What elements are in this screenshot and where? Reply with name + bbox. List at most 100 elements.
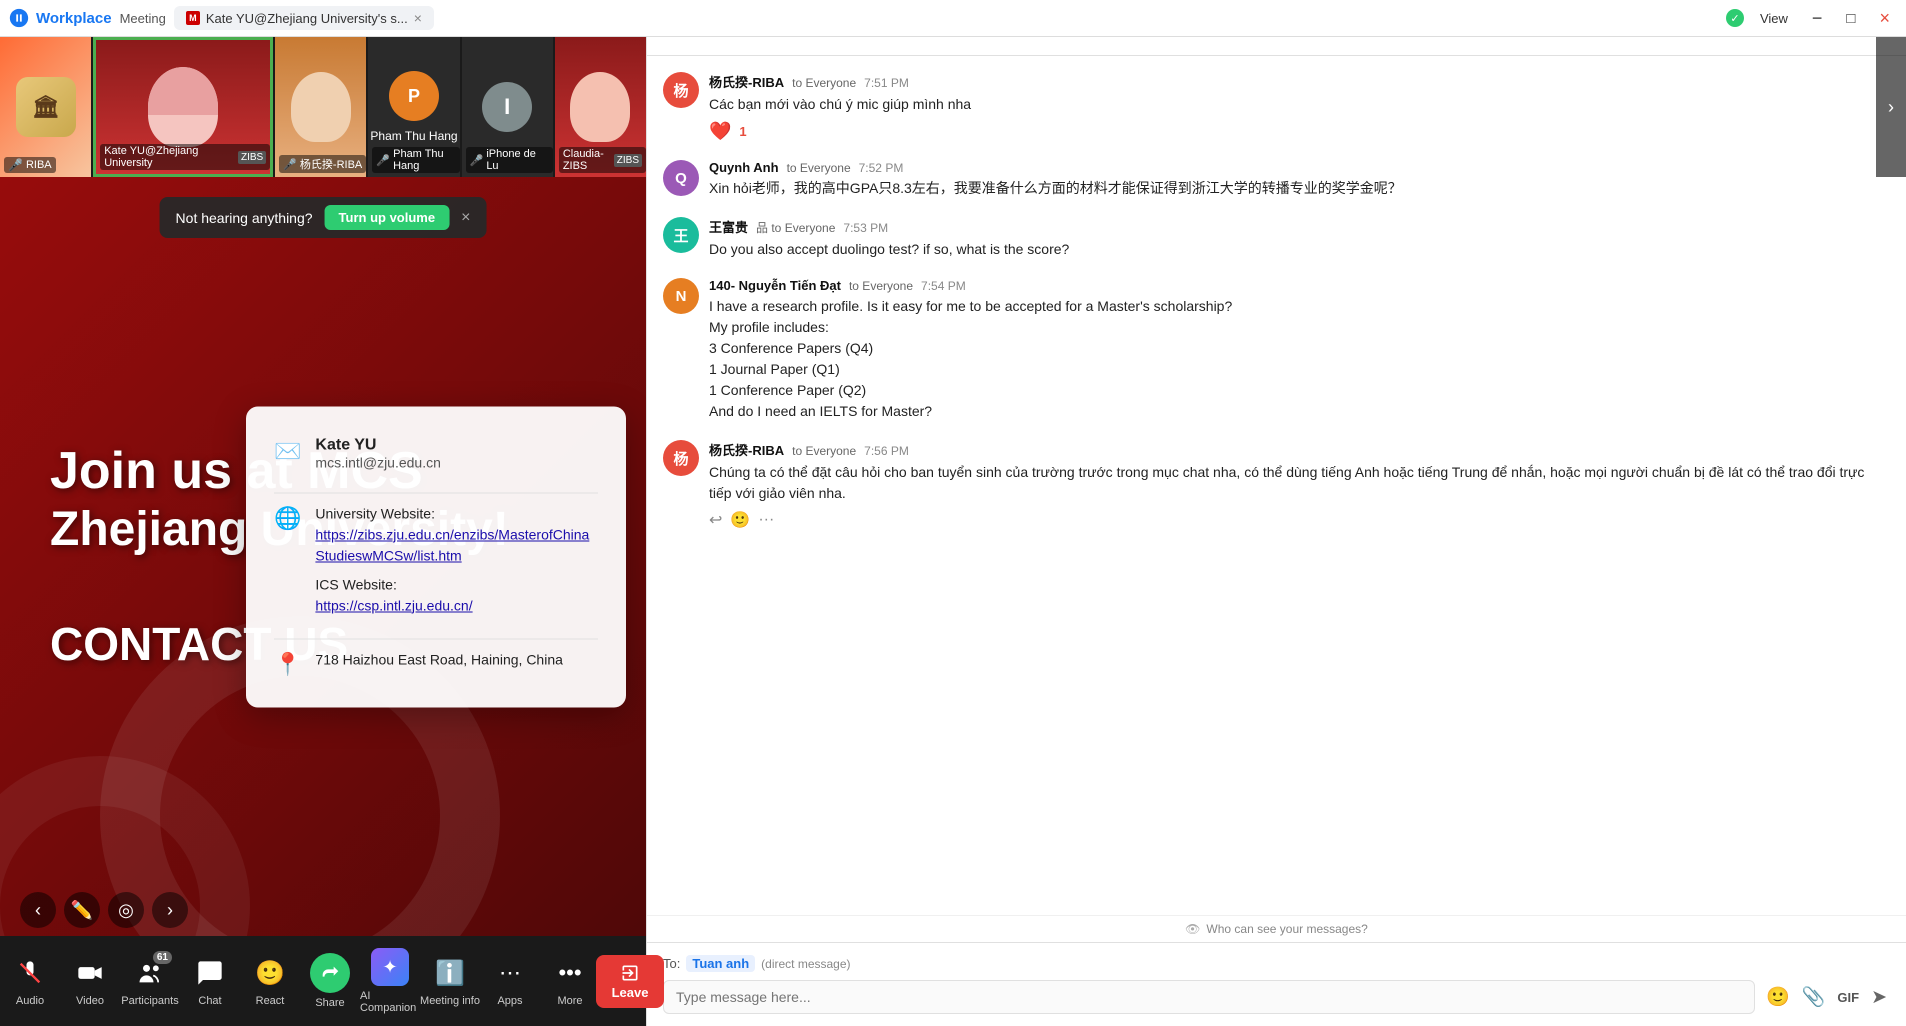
video-thumb-riba[interactable]: 🏛 🎤 RIBA [0,37,91,177]
send-button[interactable]: ➤ [1868,983,1890,1012]
main-content: Join us at MCS Zhejiang University! CONT… [0,177,646,936]
share-icon [310,953,350,993]
notification-close-button[interactable]: × [461,209,470,227]
video-label-pham: 🎤 Pham Thu Hang [372,147,459,173]
to-4: to Everyone [849,279,913,293]
close-button[interactable]: × [1871,5,1898,32]
slide-pencil-button[interactable]: ✏️ [64,892,100,928]
to-3: 品 to Everyone [756,219,835,236]
location-icon: 📍 [274,651,301,677]
chat-message-5: 杨 杨氏揆-RIBA to Everyone 7:56 PM Chúng ta … [663,440,1890,530]
tab-close[interactable]: × [414,10,422,26]
time-3: 7:53 PM [843,221,888,235]
participants-badge: 61 [153,951,172,964]
video-label: Video [76,995,104,1007]
more-icon: ••• [552,955,588,991]
video-label-yang: 🎤 杨氏揆-RIBA [279,155,366,173]
ai-companion-icon: ✦ [371,948,409,986]
who-can-see-text: Who can see your messages? [1206,922,1367,936]
reaction-heart-1[interactable]: ❤️ [709,121,731,142]
share-label: Share [315,997,344,1009]
video-thumb-pham[interactable]: P Pham Thu Hang 🎤 Pham Thu Hang [368,37,459,177]
toolbar-more[interactable]: ••• More [540,955,600,1007]
view-button[interactable]: View [1752,8,1796,29]
toolbar-video[interactable]: Video [60,955,120,1007]
slide-forward-button[interactable]: › [152,892,188,928]
chat-input-icons: 🙂 📎 GIF ➤ [1763,982,1890,1012]
contact-address-row: 📍 718 Haizhou East Road, Haining, China [274,649,598,677]
avatar-1: 杨 [663,72,699,108]
audio-icon [12,955,48,991]
reply-button-5[interactable]: ↩ [709,510,722,530]
chat-sidebar: MCS宣讲 ··· ⤢ × 杨 杨氏揆-RIBA to Everyone 7:5… [646,0,1906,1026]
toolbar-react[interactable]: 🙂 React [240,955,300,1007]
toolbar-chat[interactable]: Chat [180,955,240,1007]
maximize-button[interactable]: □ [1838,7,1863,30]
chat-input[interactable] [663,980,1755,1014]
video-next-button[interactable]: › [1876,37,1906,177]
email-icon: ✉️ [274,438,301,464]
minimize-button[interactable]: − [1804,5,1831,32]
sender-3: 王富贵 [709,217,748,236]
to-5: to Everyone [792,444,856,458]
avatar-5: 杨 [663,440,699,476]
toolbar-ai-companion[interactable]: ✦ AI Companion [360,948,420,1014]
video-strip: 🏛 🎤 RIBA Kate YU@Zhejiang University ZIB… [0,37,646,177]
chat-label: Chat [198,995,221,1007]
text-2: Xin hỏi老师，我的高中GPA只8.3左右，我要准备什么方面的材料才能保证得… [709,178,1402,199]
toolbar-audio[interactable]: Audio [0,955,60,1007]
attachment-button[interactable]: 📎 [1799,982,1829,1012]
ai-companion-label: AI Companion [360,990,420,1014]
chat-message-2: Q Quynh Anh to Everyone 7:52 PM Xin hỏi老… [663,160,1890,199]
meeting-label: Meeting [120,11,166,26]
more-button-5[interactable]: ··· [758,511,774,529]
apps-label: Apps [497,995,522,1007]
time-5: 7:56 PM [864,444,909,458]
sender-1: 杨氏揆-RIBA [709,72,784,91]
toolbar-meeting-info[interactable]: ℹ️ Meeting info [420,955,480,1007]
to-label: To: [663,956,680,971]
text-5: Chúng ta có thể đặt câu hỏi cho ban tuyể… [709,462,1890,504]
video-thumb-claudia[interactable]: Claudia-ZIBS ZIBS [555,37,646,177]
check-icon: ✓ [1726,9,1744,27]
chat-message-3: 王 王富贵 品 to Everyone 7:53 PM Do you also … [663,217,1890,260]
sender-5: 杨氏揆-RIBA [709,440,784,459]
time-4: 7:54 PM [921,279,966,293]
text-3: Do you also accept duolingo test? if so,… [709,239,1069,260]
slide-pointer-button[interactable]: ◎ [108,892,144,928]
riba-logo: 🏛 [16,77,76,137]
to-name: Tuan anh [686,955,755,972]
more-label: More [557,995,582,1007]
gif-button[interactable]: GIF [1834,987,1862,1008]
workplace-logo[interactable]: Workplace [8,7,112,29]
avatar-4: N [663,278,699,314]
tab-meeting[interactable]: M Kate YU@Zhejiang University's s... × [174,6,434,30]
video-thumb-kate[interactable]: Kate YU@Zhejiang University ZIBS [93,37,273,177]
who-can-see: 👁 Who can see your messages? [647,915,1906,942]
website-link[interactable]: https://zibs.zju.edu.cn/enzibs/MasterofC… [315,526,589,563]
chat-footer: To: Tuan anh (direct message) 🙂 📎 GIF ➤ [647,942,1906,1026]
toolbar-participants[interactable]: 61 Participants [120,955,180,1007]
toolbar-apps[interactable]: ⋯ Apps [480,955,540,1007]
emoji-input-button[interactable]: 🙂 [1763,982,1793,1012]
video-label-iphone: 🎤 iPhone de Lu [466,147,553,173]
contact-website-row: 🌐 University Website: https://zibs.zju.e… [274,503,598,616]
video-thumb-iphone[interactable]: I 🎤 iPhone de Lu [462,37,553,177]
toolbar-leave[interactable]: Leave [600,955,660,1008]
text-1: Các bạn mới vào chú ý mic giúp mình nha [709,94,971,115]
video-thumb-yang[interactable]: 🎤 杨氏揆-RIBA [275,37,366,177]
toolbar-share[interactable]: Share [300,953,360,1009]
ics-label: ICS Website: [315,574,598,595]
leave-button[interactable]: Leave [596,955,665,1008]
chat-message-4: N 140- Nguyễn Tiến Đạt to Everyone 7:54 … [663,278,1890,422]
sender-2: Quynh Anh [709,160,779,175]
chat-icon [192,955,228,991]
globe-icon: 🌐 [274,505,301,531]
ics-link[interactable]: https://csp.intl.zju.edu.cn/ [315,597,472,613]
apps-icon: ⋯ [492,955,528,991]
website-label: University Website: [315,503,598,524]
turn-up-volume-button[interactable]: Turn up volume [325,205,450,230]
to-2: to Everyone [787,161,851,175]
slide-back-button[interactable]: ‹ [20,892,56,928]
emoji-button-5[interactable]: 🙂 [730,510,750,530]
